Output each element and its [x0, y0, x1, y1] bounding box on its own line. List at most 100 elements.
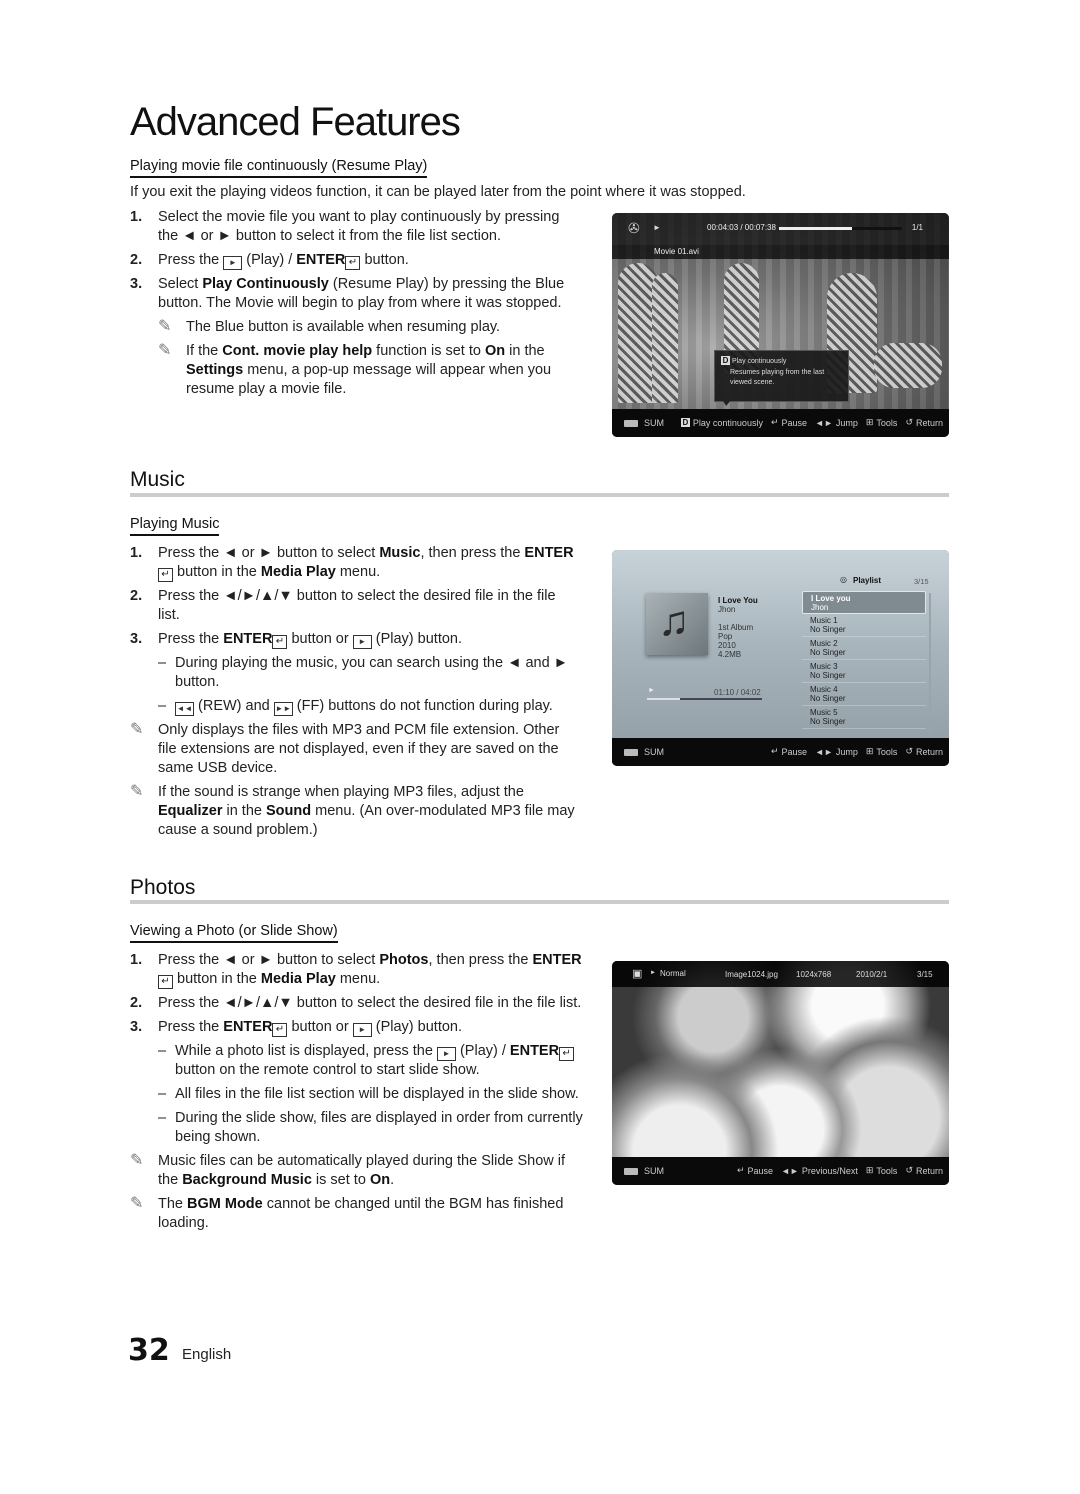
resume-subheading: Playing movie file continuously (Resume … [130, 158, 428, 178]
note: ✎ The Blue button is available when resum… [158, 318, 575, 337]
note-text: The Blue button is available when resumi… [186, 319, 501, 335]
control-label: Return [915, 417, 943, 428]
step-text: Select Play Continuously (Resume Play) b… [158, 276, 565, 311]
music-player-screenshot: ◎ Playlist 3/15 ♫ I Love You Jhon 1st Al… [612, 550, 949, 766]
control-key-icon: ◄► [815, 746, 833, 757]
instruction-step: 3. Press the ENTER ↵ button or ► (Play) bu… [130, 1018, 585, 1037]
playlist-item[interactable]: Music 5 No Singer [802, 706, 926, 729]
playlist-item[interactable]: Music 4 No Singer [802, 683, 926, 706]
music-note-icon: ♫ [658, 597, 690, 644]
movie-progress-fill [779, 227, 852, 230]
control-key-icon: ↺ [905, 1165, 913, 1175]
photo-date: 2010/2/1 [856, 970, 888, 979]
playlist-item-artist: No Singer [810, 648, 846, 657]
control-hint-return[interactable]: ↺ Return [905, 417, 943, 428]
dash-text: All files in the file list section will … [175, 1086, 579, 1102]
control-hint-return[interactable]: ↺ Return [905, 1165, 943, 1176]
control-hint-return[interactable]: ↺ Return [905, 746, 943, 757]
dash-text: While a photo list is displayed, press t… [175, 1042, 585, 1080]
control-label: Return [915, 1165, 943, 1176]
playlist-icon: ◎ [840, 575, 847, 584]
playlist-item-title: Music 3 [810, 662, 838, 671]
step-number: 3. [130, 631, 143, 647]
track-title: I Love You [718, 596, 758, 605]
movie-control-bar: SUM D Play continuously ↵ Pause ◄► Jump ⊞ Tools… [612, 409, 949, 437]
step-text: Press the ◄/►/▲/▼ button to select the d… [158, 588, 556, 623]
note-text: Only displays the files with MP3 and PCM… [158, 722, 560, 776]
movie-progress-bar[interactable] [779, 227, 902, 230]
playlist-item-title: Music 2 [810, 639, 838, 648]
control-label: Tools [876, 1165, 898, 1176]
note-text: If the sound is strange when playing MP3… [158, 784, 575, 838]
control-label: Tools [876, 746, 898, 757]
resume-intro: If you exit the playing videos function,… [130, 184, 746, 200]
playlist-item[interactable]: Music 3 No Singer [802, 660, 926, 683]
music-section-title: Music [130, 468, 185, 491]
control-hint-jump[interactable]: ◄► Jump [815, 418, 858, 428]
dash-text: ◄◄ (REW) and ►► (FF) buttons do not func… [175, 698, 553, 716]
sub-bullet: – All files in the file list section will… [158, 1085, 585, 1104]
note: ✎ If the Cont. movie play help function i… [158, 342, 575, 399]
note-text: The BGM Mode cannot be changed until the… [158, 1196, 564, 1231]
playlist-count: 3/15 [914, 577, 929, 586]
control-hint-pause[interactable]: ↵ Pause [771, 746, 807, 757]
step-text: Press the ENTER ↵ button or ► (Play) butt… [158, 631, 462, 649]
control-label: Tools [876, 417, 898, 428]
music-steps: 1. Press the ◄ or ► button to select Musi… [130, 544, 575, 845]
movie-player-screenshot: ✇ ► 00:04:03 / 00:07:38 1/1 Movie 01.avi… [612, 213, 949, 437]
control-label: Pause [781, 746, 808, 757]
dash-marker: – [158, 655, 167, 671]
step-number: 2. [130, 995, 143, 1011]
movie-filename-bar: Movie 01.avi [612, 245, 949, 259]
playlist-item-artist: No Singer [810, 694, 846, 703]
instruction-step: 2. Press the ◄/►/▲/▼ button to select the… [130, 587, 575, 625]
play-state-icon: ► [653, 223, 661, 232]
sub-bullet: – During the slide show, files are displa… [158, 1109, 585, 1147]
control-key-icon: ⊞ [865, 417, 874, 427]
resume-steps: 1. Select the movie file you want to play… [130, 208, 575, 404]
playlist-scrollbar[interactable] [929, 593, 931, 733]
device-name: SUM [644, 1166, 664, 1176]
photos-section-title: Photos [130, 876, 196, 899]
note-text: Music files can be automatically played … [158, 1153, 566, 1188]
note: ✎ If the sound is strange when playing MP… [130, 783, 575, 840]
control-hint-pause[interactable]: ↵ Pause [771, 417, 807, 428]
page-language: English [182, 1346, 232, 1363]
giraffe-image [874, 343, 942, 388]
playlist-item[interactable]: Music 1 No Singer [802, 614, 926, 637]
photo-filename: Image1024.jpg [725, 970, 778, 979]
control-key-icon: ⊞ [865, 1165, 874, 1175]
control-key-icon: ↺ [905, 417, 913, 427]
note: ✎ Only displays the files with MP3 and PC… [130, 721, 575, 778]
control-hint-previous-next[interactable]: ◄► Previous/Next [781, 1166, 858, 1176]
playlist-item[interactable]: Music 2 No Singer [802, 637, 926, 660]
instruction-step: 1. Select the movie file you want to play… [130, 208, 575, 246]
playlist-item-artist: No Singer [810, 671, 846, 680]
dash-text: During the slide show, files are display… [175, 1110, 583, 1145]
step-number: 3. [130, 1019, 143, 1035]
section-divider [130, 493, 949, 497]
control-hint-tools[interactable]: ⊞ Tools [866, 417, 898, 428]
popup-text: Resumes playing from the last viewed sce… [730, 369, 825, 386]
popup-title: Play continuously [731, 358, 787, 365]
control-hint-tools[interactable]: ⊞ Tools [866, 1165, 898, 1176]
playlist-item-artist: No Singer [810, 625, 846, 634]
music-progress-bar[interactable] [647, 698, 762, 700]
control-hint-jump[interactable]: ◄► Jump [815, 747, 858, 757]
instruction-step: 2. Press the ► (Play) / ENTER ↵ button. [130, 251, 575, 270]
playlist-item-title: Music 5 [810, 708, 838, 717]
step-number: 2. [130, 588, 143, 604]
control-key-icon: ↺ [905, 746, 913, 756]
section-divider [130, 900, 949, 904]
control-hint-tools[interactable]: ⊞ Tools [866, 746, 898, 757]
dash-text: During playing the music, you can search… [175, 655, 569, 690]
instruction-step: 3. Press the ENTER ↵ button or ► (Play) bu… [130, 630, 575, 649]
control-hint-pause[interactable]: ↵ Pause [737, 1165, 773, 1176]
control-key-icon: D [680, 418, 690, 427]
control-label: Return [915, 746, 943, 757]
playlist-item[interactable]: I Love you Jhon [802, 591, 926, 614]
control-hint-play-continuously[interactable]: D Play continuously [680, 418, 763, 428]
step-number: 1. [130, 952, 143, 968]
control-label: Previous/Next [801, 1165, 858, 1176]
step-text: Press the ◄ or ► button to select Photos… [158, 952, 582, 989]
